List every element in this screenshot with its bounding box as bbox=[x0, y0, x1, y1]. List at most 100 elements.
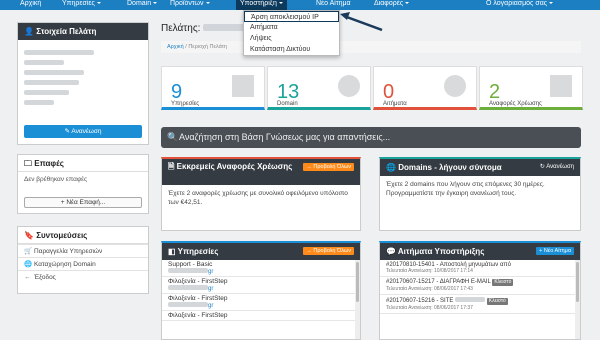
bookmark-icon: 🔖 bbox=[24, 231, 34, 240]
panel-title: Αιτήματα Υποστήριξης bbox=[397, 247, 485, 256]
chevron-down-icon bbox=[96, 2, 101, 5]
nav-services[interactable]: Υπηρεσίες bbox=[62, 0, 101, 8]
contacts-panel: 🗀 Επαφές Δεν βρέθηκαν επαφές + Νέα Επαφή… bbox=[17, 154, 149, 214]
nav-support[interactable]: Υποστήριξη bbox=[236, 0, 287, 10]
scrollbar[interactable] bbox=[575, 260, 580, 339]
tickets-panel: 💬 Αιτήματα Υποστήριξης + Νέο Αίτημα #201… bbox=[379, 241, 581, 340]
redacted-text bbox=[24, 90, 69, 95]
shortcut-logout[interactable]: ← Έξοδος bbox=[18, 270, 148, 283]
table-row[interactable]: #20170607-15216 - SITE Κλειστό Τελευταία… bbox=[380, 295, 580, 314]
nav-new-ticket[interactable]: Νέο Αίτημα bbox=[316, 0, 351, 8]
domains-text: Έχετε 2 domains που λήγουν στις επόμενες… bbox=[386, 181, 545, 197]
user-icon: 👤 bbox=[24, 27, 34, 36]
shortcut-register-domain[interactable]: 🌐 Καταχώρηση Domain bbox=[18, 257, 148, 270]
stat-services[interactable]: 9 Υπηρεσίες bbox=[161, 66, 265, 110]
scrollbar[interactable] bbox=[355, 260, 360, 339]
nav-affiliates[interactable]: Διαφορές bbox=[374, 0, 410, 8]
domains-panel: 🌐 Domains - λήγουν σύντομα ↻ Ανανέωση Έχ… bbox=[379, 157, 581, 231]
stat-label: Αναφορές Χρέωσης bbox=[489, 101, 542, 107]
list-item[interactable]: Support - Basic gr bbox=[162, 260, 360, 277]
breadcrumb: Αρχική / Περιοχή Πελάτη bbox=[161, 41, 581, 53]
renew-domains-button[interactable]: ↻ Ανανέωση bbox=[540, 159, 574, 176]
chevron-down-icon bbox=[278, 2, 283, 5]
stat-domains[interactable]: 13 Domain bbox=[267, 66, 371, 110]
contacts-empty: Δεν βρέθηκαν επαφές bbox=[24, 176, 88, 183]
menu-item-network-status[interactable]: Κατάσταση Δικτύου bbox=[244, 44, 339, 55]
table-row[interactable]: #20170810-15401 - Αποστολή μηνυμάτων από… bbox=[380, 260, 580, 277]
search-placeholder: Αναζήτηση στη Βάση Γνώσεως μας για απαντ… bbox=[179, 132, 391, 142]
stat-value: 13 bbox=[277, 81, 300, 103]
stat-invoices[interactable]: 2 Αναφορές Χρέωσης bbox=[479, 66, 583, 110]
panel-title: Υπηρεσίες bbox=[177, 247, 219, 256]
stat-tickets[interactable]: 0 Αιτήματα bbox=[373, 66, 477, 110]
chevron-down-icon bbox=[205, 2, 210, 5]
nav-account[interactable]: Ο λογαριασμός σας bbox=[486, 0, 554, 8]
page-title: Πελάτης: bbox=[161, 23, 254, 34]
panel-title: Domains - λήγουν σύντομα bbox=[398, 163, 502, 172]
panel-header: 🔖 Συντομεύσεις bbox=[18, 227, 148, 244]
shortcut-order-services[interactable]: 🛒 Παραγγελία Υπηρεσιών bbox=[18, 244, 148, 257]
top-navbar: Αρχική Υπηρεσίες Domain Προϊόντων Υποστή… bbox=[0, 0, 600, 10]
client-details bbox=[18, 40, 148, 111]
search-icon: 🔍 bbox=[167, 132, 179, 142]
panel-header: 🗎 Εκκρεμείς Αναφορές Χρέωσης → Προβολή Ό… bbox=[162, 159, 360, 185]
comments-icon: 💬 bbox=[386, 247, 396, 256]
knowledgebase-search-input[interactable]: 🔍 Αναζήτηση στη Βάση Γνώσεως μας για απα… bbox=[161, 127, 581, 148]
breadcrumb-home[interactable]: Αρχική bbox=[167, 44, 184, 50]
panel-title: Στοιχεία Πελάτη bbox=[36, 27, 97, 36]
globe-icon: 🌐 bbox=[24, 261, 33, 268]
invoice-icon: 🗎 bbox=[168, 162, 175, 171]
support-dropdown-menu: Άρση αποκλεισμού IP Αιτήματα Λήψεις Κατά… bbox=[243, 10, 340, 56]
folder-icon: 🗀 bbox=[24, 159, 32, 168]
status-badge: Κλειστό bbox=[486, 298, 508, 305]
stat-value: 0 bbox=[383, 81, 395, 103]
panel-header: 🗀 Επαφές bbox=[18, 155, 148, 172]
credit-card-icon bbox=[550, 75, 572, 97]
redacted-text bbox=[24, 100, 54, 105]
shortcuts-panel: 🔖 Συντομεύσεις 🛒 Παραγγελία Υπηρεσιών 🌐 Κα… bbox=[17, 226, 149, 294]
invoices-panel: 🗎 Εκκρεμείς Αναφορές Χρέωσης → Προβολή Ό… bbox=[161, 157, 361, 231]
menu-item-tickets[interactable]: Αιτήματα bbox=[244, 22, 339, 33]
chevron-down-icon bbox=[549, 2, 554, 5]
globe-icon bbox=[338, 75, 360, 97]
nav-domain[interactable]: Domain bbox=[127, 0, 158, 8]
cart-icon: 🛒 bbox=[24, 248, 33, 255]
menu-item-ip-unblock[interactable]: Άρση αποκλεισμού IP bbox=[244, 11, 339, 22]
chevron-down-icon bbox=[405, 2, 410, 5]
panel-header: 👤 Στοιχεία Πελάτη bbox=[18, 23, 148, 40]
cube-icon: ◧ bbox=[168, 247, 176, 256]
table-row[interactable]: #20170607-15217 - ΔΙΑΓΡΑΦΗ E-MAIL Κλειστ… bbox=[380, 277, 580, 295]
redacted-text bbox=[24, 80, 79, 85]
nav-home[interactable]: Αρχική bbox=[20, 0, 41, 8]
redacted-text bbox=[24, 60, 64, 65]
panel-title: Συντομεύσεις bbox=[36, 231, 88, 240]
list-item[interactable]: Φιλοξενία - FirstStep gr bbox=[162, 277, 360, 294]
menu-item-downloads[interactable]: Λήψεις bbox=[244, 33, 339, 44]
new-ticket-button[interactable]: + Νέο Αίτημα bbox=[536, 247, 574, 255]
redacted-text bbox=[24, 70, 84, 75]
stat-value: 9 bbox=[171, 81, 183, 103]
breadcrumb-current: Περιοχή Πελάτη bbox=[188, 44, 227, 50]
comments-icon bbox=[444, 75, 466, 97]
annotation-arrow-icon bbox=[340, 12, 383, 32]
new-contact-button[interactable]: + Νέα Επαφή... bbox=[24, 197, 142, 208]
stat-label: Αιτήματα bbox=[383, 101, 407, 107]
nav-products[interactable]: Προϊόντων bbox=[170, 0, 210, 8]
status-badge: Κλειστό bbox=[492, 279, 514, 286]
panel-title: Εκκρεμείς Αναφορές Χρέωσης bbox=[176, 162, 293, 171]
client-info-panel: 👤 Στοιχεία Πελάτη ✎ Ανανέωση bbox=[17, 22, 149, 145]
view-all-invoices-button[interactable]: → Προβολή Όλων bbox=[303, 163, 354, 171]
chevron-down-icon bbox=[153, 2, 158, 5]
update-button[interactable]: ✎ Ανανέωση bbox=[24, 125, 142, 138]
logout-icon: ← bbox=[24, 274, 31, 281]
services-panel: ◧ Υπηρεσίες → Προβολή Όλων Support - Bas… bbox=[161, 241, 361, 340]
list-item[interactable]: Φιλοξενία - FirstStep bbox=[162, 311, 360, 321]
cube-icon bbox=[232, 75, 254, 97]
view-all-services-button[interactable]: → Προβολή Όλων bbox=[303, 247, 354, 255]
panel-header: ◧ Υπηρεσίες → Προβολή Όλων bbox=[162, 243, 360, 260]
panel-title: Επαφές bbox=[34, 159, 64, 168]
stat-label: Υπηρεσίες bbox=[171, 101, 200, 107]
panel-header: 💬 Αιτήματα Υποστήριξης + Νέο Αίτημα bbox=[380, 243, 580, 260]
redacted-text bbox=[24, 50, 94, 55]
list-item[interactable]: Φιλοξενία - FirstStep gr bbox=[162, 294, 360, 311]
